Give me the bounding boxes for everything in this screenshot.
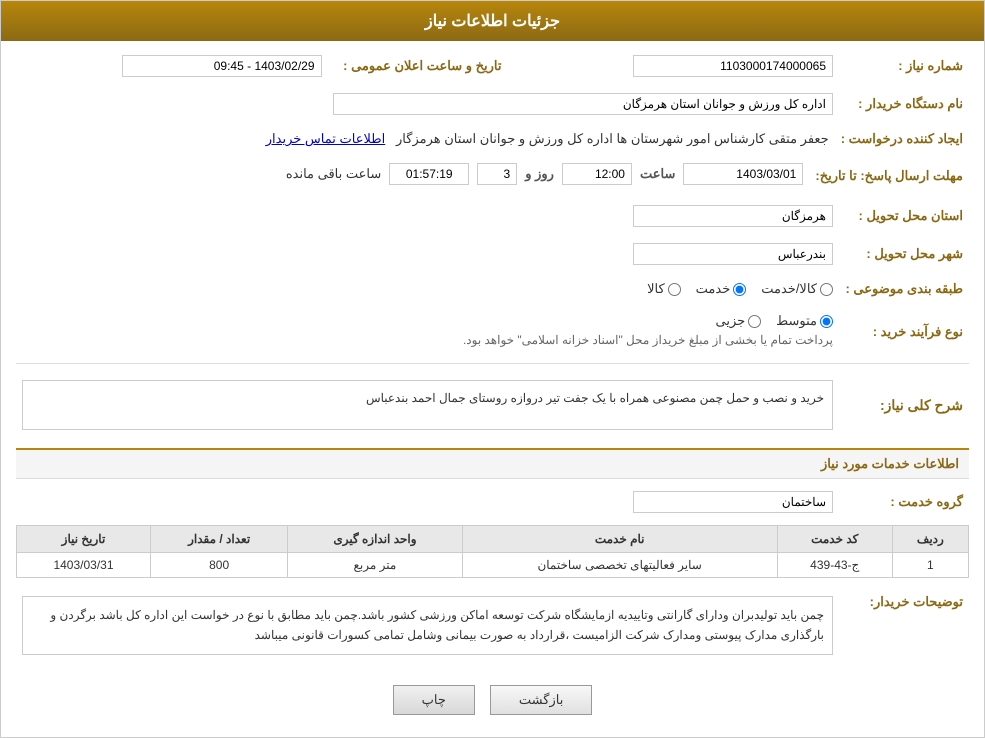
category-option-kala[interactable]: کالا: [647, 281, 681, 297]
info-table-buyer-notes: توضیحات خریدار: چمن باید تولیدبران ودارا…: [16, 586, 969, 665]
countdown-input: [389, 163, 469, 185]
delivery-city-label: شهر محل تحویل :: [839, 239, 969, 269]
purchase-type-label: نوع فرآیند خرید :: [839, 309, 969, 355]
purchase-option-jozi[interactable]: جزیی: [715, 313, 761, 329]
cell-quantity: 800: [150, 553, 287, 578]
info-table-service-group: گروه خدمت :: [16, 487, 969, 517]
page-title: جزئیات اطلاعات نیاز: [425, 13, 560, 30]
info-table-send-date: مهلت ارسال پاسخ: تا تاریخ: ساعت روز و سا…: [16, 159, 969, 193]
countdown-label: ساعت باقی مانده: [286, 166, 381, 182]
buyer-notes-text: چمن باید تولیدبران ودارای گارانتی وتایید…: [50, 608, 824, 642]
need-description-label: شرح کلی نیاز:: [839, 370, 969, 440]
announcement-date-label: تاریخ و ساعت اعلان عمومی :: [328, 51, 508, 81]
cell-unit: متر مربع: [288, 553, 462, 578]
category-label: طبقه بندی موضوعی :: [839, 277, 969, 301]
send-date-label: مهلت ارسال پاسخ: تا تاریخ:: [809, 159, 969, 193]
delivery-province-label: استان محل تحویل :: [839, 201, 969, 231]
info-table-category: طبقه بندی موضوعی : کالا/خدمت خدمت: [16, 277, 969, 301]
services-table: ردیف کد خدمت نام خدمت واحد اندازه گیری ت…: [16, 525, 969, 578]
category-option-khedmat[interactable]: خدمت: [696, 281, 747, 297]
services-table-body: 1 ج-43-439 سایر فعالیتهای تخصصی ساختمان …: [17, 553, 969, 578]
col-row-num: ردیف: [892, 526, 968, 553]
category-option-kala-khedmat[interactable]: کالا/خدمت: [761, 281, 833, 297]
requester-label: ایجاد کننده درخواست :: [835, 127, 969, 151]
response-date-input[interactable]: [683, 163, 803, 185]
col-unit: واحد اندازه گیری: [288, 526, 462, 553]
info-table-requester: ایجاد کننده درخواست : جعفر متقی کارشناس …: [16, 127, 969, 151]
cell-date: 1403/03/31: [17, 553, 151, 578]
response-time-label: ساعت: [640, 166, 675, 182]
need-number-input[interactable]: [633, 55, 833, 77]
need-description-text: خرید و نصب و حمل چمن مصنوعی همراه با یک …: [366, 391, 824, 405]
need-description-box: خرید و نصب و حمل چمن مصنوعی همراه با یک …: [22, 380, 833, 430]
info-table-city: شهر محل تحویل :: [16, 239, 969, 269]
delivery-city-input[interactable]: [633, 243, 833, 265]
table-row: 1 ج-43-439 سایر فعالیتهای تخصصی ساختمان …: [17, 553, 969, 578]
main-content: شماره نیاز : تاریخ و ساعت اعلان عمومی : …: [1, 41, 984, 737]
buyer-org-label: نام دستگاه خریدار :: [839, 89, 969, 119]
col-date: تاریخ نیاز: [17, 526, 151, 553]
cell-service-name: سایر فعالیتهای تخصصی ساختمان: [462, 553, 777, 578]
page-header: جزئیات اطلاعات نیاز: [1, 1, 984, 41]
requester-value: جعفر متقی کارشناس امور شهرستان ها اداره …: [396, 131, 829, 146]
service-group-input[interactable]: [633, 491, 833, 513]
col-quantity: تعداد / مقدار: [150, 526, 287, 553]
need-number-label: شماره نیاز :: [839, 51, 969, 81]
print-button[interactable]: چاپ: [393, 685, 475, 715]
response-time-input[interactable]: [562, 163, 632, 185]
services-section-header: اطلاعات خدمات مورد نیاز: [16, 448, 969, 479]
service-group-label: گروه خدمت :: [839, 487, 969, 517]
buttons-row: بازگشت چاپ: [16, 673, 969, 727]
info-table-province: استان محل تحویل :: [16, 201, 969, 231]
buyer-notes-box: چمن باید تولیدبران ودارای گارانتی وتایید…: [22, 596, 833, 655]
announcement-date-input[interactable]: [122, 55, 322, 77]
category-radio-group: کالا/خدمت خدمت کالا: [22, 281, 833, 297]
separator-1: [16, 363, 969, 364]
purchase-radio-group: متوسط جزیی: [715, 313, 833, 329]
services-table-header: ردیف کد خدمت نام خدمت واحد اندازه گیری ت…: [17, 526, 969, 553]
info-table-purchase-type: نوع فرآیند خرید : متوسط جزیی: [16, 309, 969, 355]
response-days-label: روز و: [525, 166, 554, 182]
delivery-province-input[interactable]: [633, 205, 833, 227]
response-days-input[interactable]: [477, 163, 517, 185]
col-service-name: نام خدمت: [462, 526, 777, 553]
col-service-code: کد خدمت: [777, 526, 892, 553]
info-table-top: شماره نیاز : تاریخ و ساعت اعلان عمومی :: [16, 51, 969, 81]
back-button[interactable]: بازگشت: [490, 685, 592, 715]
purchase-option-mutawaset[interactable]: متوسط: [776, 313, 833, 329]
info-table-description: شرح کلی نیاز: خرید و نصب و حمل چمن مصنوع…: [16, 370, 969, 440]
purchase-note: پرداخت تمام یا بخشی از مبلغ خریداز محل "…: [463, 329, 833, 351]
cell-service-code: ج-43-439: [777, 553, 892, 578]
contact-link[interactable]: اطلاعات تماس خریدار: [266, 131, 385, 146]
page-wrapper: جزئیات اطلاعات نیاز شماره نیاز : تاریخ و…: [0, 0, 985, 738]
buyer-org-input[interactable]: [333, 93, 833, 115]
buyer-notes-label: توضیحات خریدار:: [839, 586, 969, 665]
cell-row-num: 1: [892, 553, 968, 578]
info-table-buyer-org: نام دستگاه خریدار :: [16, 89, 969, 119]
